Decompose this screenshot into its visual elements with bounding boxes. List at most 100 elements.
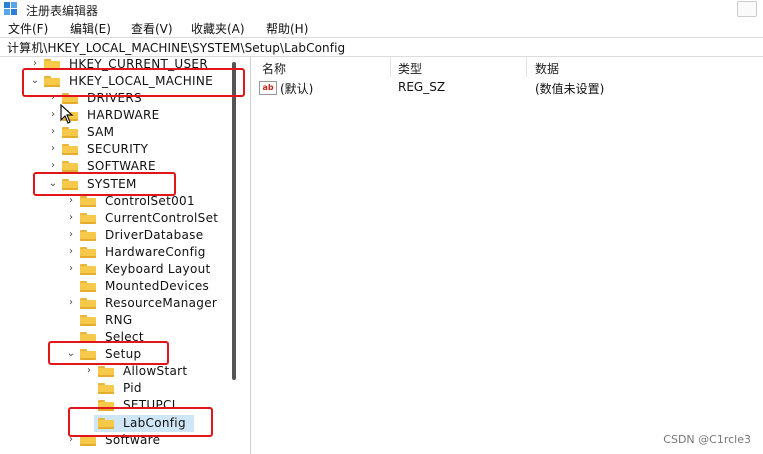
chevron-right-icon[interactable]: › (30, 58, 40, 70)
chevron-down-icon[interactable]: ⌄ (30, 75, 40, 87)
tree-node-controlset001[interactable]: › ControlSet001 (66, 193, 236, 210)
folder-icon (98, 400, 114, 411)
tree-node-drivers[interactable]: › DRIVERS (48, 90, 228, 107)
tree-node-label: ControlSet001 (105, 194, 195, 208)
tree-node-keyboardlayout[interactable]: › Keyboard Layout (66, 261, 236, 278)
column-header-type[interactable]: 类型 (398, 60, 422, 77)
column-divider[interactable] (526, 57, 527, 77)
tree-node-label: AllowStart (123, 364, 188, 378)
tree-node-hardwareconfig[interactable]: › HardwareConfig (66, 244, 236, 261)
tree-node-hklm[interactable]: ⌄ HKEY_LOCAL_MACHINE (30, 73, 240, 90)
chevron-right-icon[interactable]: › (48, 126, 58, 138)
tree-node-pid[interactable]: Pid (84, 380, 234, 397)
tree-node-label: Setup (105, 347, 142, 361)
folder-icon (98, 366, 114, 377)
tree-node-label: Software (105, 433, 161, 447)
registry-editor-icon (4, 2, 17, 15)
folder-icon (62, 144, 78, 155)
chevron-right-icon[interactable]: › (66, 212, 76, 224)
menu-file[interactable]: 文件(F) (8, 20, 48, 37)
tree-node-allowstart[interactable]: › AllowStart (84, 363, 234, 380)
tree-node-label: SOFTWARE (87, 159, 156, 173)
string-value-icon: ab (259, 81, 277, 95)
chevron-right-icon[interactable]: › (84, 365, 94, 377)
menu-help[interactable]: 帮助(H) (266, 20, 308, 37)
chevron-right-icon[interactable]: › (66, 297, 76, 309)
folder-icon (98, 418, 114, 429)
chevron-down-icon[interactable]: ⌄ (66, 348, 76, 360)
tree-node-select[interactable]: Select (66, 329, 236, 346)
tree-node-driverdatabase[interactable]: › DriverDatabase (66, 227, 236, 244)
folder-icon (80, 196, 96, 207)
tree-node-resourcemanager[interactable]: › ResourceManager (66, 295, 236, 312)
menu-edit[interactable]: 编辑(E) (70, 20, 111, 37)
tree-node-rng[interactable]: RNG (66, 312, 236, 329)
tree-node-label: RNG (105, 313, 133, 327)
column-header-data[interactable]: 数据 (535, 60, 559, 77)
menu-favorites[interactable]: 收藏夹(A) (191, 20, 245, 37)
tree-node-label: HardwareConfig (105, 245, 206, 259)
folder-icon (62, 161, 78, 172)
tree-node-software-sub[interactable]: › Software (66, 432, 236, 449)
folder-icon (80, 281, 96, 292)
address-bar[interactable]: 计算机\HKEY_LOCAL_MACHINE\SYSTEM\Setup\LabC… (0, 37, 763, 57)
folder-open-icon (80, 349, 96, 360)
tree-node-label: HARDWARE (87, 108, 160, 122)
address-path[interactable]: 计算机\HKEY_LOCAL_MACHINE\SYSTEM\Setup\LabC… (7, 39, 345, 56)
tree-node-label: CurrentControlSet (105, 211, 219, 225)
chevron-down-icon[interactable]: ⌄ (48, 178, 58, 190)
menu-bar: 文件(F) 编辑(E) 查看(V) 收藏夹(A) 帮助(H) (0, 18, 763, 36)
title-bar: 注册表编辑器 (0, 0, 763, 18)
watermark: CSDN @C1rcle3 (663, 433, 751, 446)
tree-node-software[interactable]: › SOFTWARE (48, 158, 228, 175)
menu-view[interactable]: 查看(V) (131, 20, 173, 37)
tree-node-hardware[interactable]: › HARDWARE (48, 107, 228, 124)
chevron-right-icon[interactable]: › (66, 434, 76, 446)
folder-icon (98, 383, 114, 394)
tree-node-sam[interactable]: › SAM (48, 124, 228, 141)
tree-node-label: DRIVERS (87, 91, 142, 105)
tree-node-label: SETUPCL (123, 398, 179, 412)
tree-node-label: MountedDevices (105, 279, 210, 293)
folder-open-icon (62, 179, 78, 190)
value-type: REG_SZ (398, 80, 446, 94)
folder-open-icon (44, 76, 60, 87)
tree-node-label: HKEY_CURRENT_USER (69, 57, 208, 71)
folder-icon (80, 315, 96, 326)
chevron-right-icon[interactable]: › (48, 109, 58, 121)
column-divider[interactable] (390, 57, 391, 77)
folder-icon (80, 298, 96, 309)
tree-node-labconfig[interactable]: LabConfig (84, 415, 234, 432)
chevron-right-icon[interactable]: › (66, 195, 76, 207)
column-header-name[interactable]: 名称 (262, 60, 286, 77)
tree-node-setup[interactable]: ⌄ Setup (66, 346, 236, 363)
tree-node-mounteddevices[interactable]: MountedDevices (66, 278, 236, 295)
folder-icon (80, 213, 96, 224)
mouse-cursor-icon (60, 104, 74, 124)
folder-icon (44, 59, 60, 70)
folder-icon (80, 264, 96, 275)
tree-node-label: SAM (87, 125, 115, 139)
tree-node-label: Pid (123, 381, 142, 395)
value-name: (默认) (280, 82, 314, 96)
tree-node-setupcl[interactable]: SETUPCL (84, 397, 234, 414)
chevron-right-icon[interactable]: › (48, 160, 58, 172)
tree-node-label: LabConfig (123, 416, 186, 430)
tree-node-system[interactable]: ⌄ SYSTEM (48, 176, 228, 193)
chevron-right-icon[interactable]: › (48, 92, 58, 104)
folder-icon (62, 93, 78, 104)
chevron-right-icon[interactable]: › (48, 143, 58, 155)
pane-divider[interactable] (250, 56, 251, 454)
folder-icon (80, 230, 96, 241)
folder-icon (62, 127, 78, 138)
chevron-right-icon[interactable]: › (66, 246, 76, 258)
tree-node-hkcu[interactable]: › HKEY_CURRENT_USER (30, 56, 230, 73)
tree-node-security[interactable]: › SECURITY (48, 141, 228, 158)
window-control-button[interactable] (737, 1, 757, 17)
chevron-right-icon[interactable]: › (66, 263, 76, 275)
chevron-right-icon[interactable]: › (66, 229, 76, 241)
tree-node-label: DriverDatabase (105, 228, 204, 242)
tree-node-currentcontrolset[interactable]: › CurrentControlSet (66, 210, 236, 227)
tree-node-label: Keyboard Layout (105, 262, 211, 276)
value-data: (数值未设置) (535, 82, 605, 96)
